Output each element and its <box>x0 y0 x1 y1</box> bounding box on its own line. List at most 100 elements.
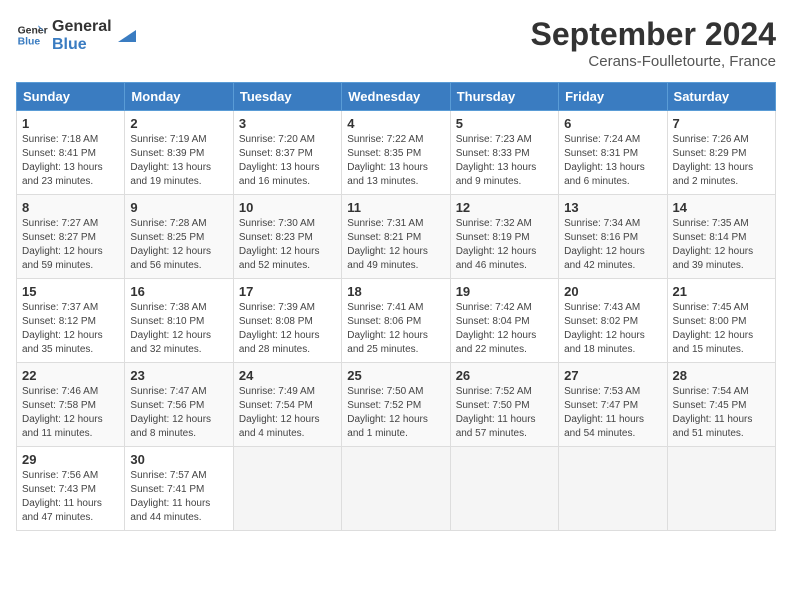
day-number: 20 <box>564 284 661 299</box>
day-info: Sunrise: 7:27 AM Sunset: 8:27 PM Dayligh… <box>22 217 119 273</box>
day-info: Sunrise: 7:32 AM Sunset: 8:19 PM Dayligh… <box>456 217 553 273</box>
calendar-day-cell: 29 Sunrise: 7:56 AM Sunset: 7:43 PM Dayli… <box>17 447 125 531</box>
day-number: 7 <box>673 116 770 131</box>
day-number: 5 <box>456 116 553 131</box>
calendar-day-cell: 3 Sunrise: 7:20 AM Sunset: 8:37 PM Daylig… <box>233 111 341 195</box>
calendar-day-cell: 25 Sunrise: 7:50 AM Sunset: 7:52 PM Dayli… <box>342 363 450 447</box>
day-info: Sunrise: 7:37 AM Sunset: 8:12 PM Dayligh… <box>22 301 119 357</box>
day-info: Sunrise: 7:24 AM Sunset: 8:31 PM Dayligh… <box>564 133 661 189</box>
day-number: 16 <box>130 284 227 299</box>
weekday-header-wednesday: Wednesday <box>342 83 450 111</box>
day-info: Sunrise: 7:31 AM Sunset: 8:21 PM Dayligh… <box>347 217 444 273</box>
weekday-header-tuesday: Tuesday <box>233 83 341 111</box>
day-number: 21 <box>673 284 770 299</box>
calendar-empty-cell <box>667 447 775 531</box>
calendar-empty-cell <box>559 447 667 531</box>
day-info: Sunrise: 7:26 AM Sunset: 8:29 PM Dayligh… <box>673 133 770 189</box>
logo-text-general: General <box>52 18 112 36</box>
svg-text:Blue: Blue <box>18 37 41 48</box>
calendar-table: SundayMondayTuesdayWednesdayThursdayFrid… <box>16 82 776 531</box>
calendar-day-cell: 10 Sunrise: 7:30 AM Sunset: 8:23 PM Dayli… <box>233 195 341 279</box>
day-number: 15 <box>22 284 119 299</box>
day-info: Sunrise: 7:19 AM Sunset: 8:39 PM Dayligh… <box>130 133 227 189</box>
day-info: Sunrise: 7:30 AM Sunset: 8:23 PM Dayligh… <box>239 217 336 273</box>
day-info: Sunrise: 7:43 AM Sunset: 8:02 PM Dayligh… <box>564 301 661 357</box>
day-number: 12 <box>456 200 553 215</box>
day-number: 19 <box>456 284 553 299</box>
weekday-header-saturday: Saturday <box>667 83 775 111</box>
weekday-header-thursday: Thursday <box>450 83 558 111</box>
calendar-day-cell: 24Sunrise: 7:49 AM Sunset: 7:54 PM Dayli… <box>233 363 341 447</box>
month-title: September 2024 <box>531 16 776 53</box>
day-number: 25 <box>347 368 444 383</box>
day-info: Sunrise: 7:38 AM Sunset: 8:10 PM Dayligh… <box>130 301 227 357</box>
page-header: General Blue General Blue September 2024… <box>16 16 776 70</box>
day-number: 10 <box>239 200 336 215</box>
logo-icon: General Blue <box>16 19 48 51</box>
weekday-header-friday: Friday <box>559 83 667 111</box>
calendar-day-cell: 15 Sunrise: 7:37 AM Sunset: 8:12 PM Dayli… <box>17 279 125 363</box>
day-number: 9 <box>130 200 227 215</box>
day-number: 23 <box>130 368 227 383</box>
day-info: Sunrise: 7:34 AM Sunset: 8:16 PM Dayligh… <box>564 217 661 273</box>
calendar-day-cell: 23 Sunrise: 7:47 AM Sunset: 7:56 PM Dayli… <box>125 363 233 447</box>
calendar-day-cell: 8 Sunrise: 7:27 AM Sunset: 8:27 PM Daylig… <box>17 195 125 279</box>
calendar-day-cell: 21Sunrise: 7:45 AM Sunset: 8:00 PM Dayli… <box>667 279 775 363</box>
calendar-day-cell: 17Sunrise: 7:39 AM Sunset: 8:08 PM Dayli… <box>233 279 341 363</box>
day-number: 14 <box>673 200 770 215</box>
weekday-header-monday: Monday <box>125 83 233 111</box>
calendar-day-cell: 2 Sunrise: 7:19 AM Sunset: 8:39 PM Daylig… <box>125 111 233 195</box>
day-number: 1 <box>22 116 119 131</box>
day-number: 11 <box>347 200 444 215</box>
calendar-week-row: 29 Sunrise: 7:56 AM Sunset: 7:43 PM Dayli… <box>17 447 776 531</box>
calendar-day-cell: 1Sunrise: 7:18 AM Sunset: 8:41 PM Daylig… <box>17 111 125 195</box>
day-number: 2 <box>130 116 227 131</box>
calendar-day-cell: 6 Sunrise: 7:24 AM Sunset: 8:31 PM Daylig… <box>559 111 667 195</box>
day-number: 6 <box>564 116 661 131</box>
day-info: Sunrise: 7:49 AM Sunset: 7:54 PM Dayligh… <box>239 385 336 441</box>
day-info: Sunrise: 7:20 AM Sunset: 8:37 PM Dayligh… <box>239 133 336 189</box>
calendar-day-cell: 28Sunrise: 7:54 AM Sunset: 7:45 PM Dayli… <box>667 363 775 447</box>
day-info: Sunrise: 7:56 AM Sunset: 7:43 PM Dayligh… <box>22 469 119 525</box>
calendar-empty-cell <box>450 447 558 531</box>
day-number: 3 <box>239 116 336 131</box>
calendar-day-cell: 12 Sunrise: 7:32 AM Sunset: 8:19 PM Dayli… <box>450 195 558 279</box>
day-info: Sunrise: 7:35 AM Sunset: 8:14 PM Dayligh… <box>673 217 770 273</box>
weekday-header-sunday: Sunday <box>17 83 125 111</box>
calendar-day-cell: 16 Sunrise: 7:38 AM Sunset: 8:10 PM Dayli… <box>125 279 233 363</box>
day-info: Sunrise: 7:52 AM Sunset: 7:50 PM Dayligh… <box>456 385 553 441</box>
day-info: Sunrise: 7:47 AM Sunset: 7:56 PM Dayligh… <box>130 385 227 441</box>
day-info: Sunrise: 7:50 AM Sunset: 7:52 PM Dayligh… <box>347 385 444 441</box>
calendar-day-cell: 5 Sunrise: 7:23 AM Sunset: 8:33 PM Daylig… <box>450 111 558 195</box>
calendar-day-cell: 9 Sunrise: 7:28 AM Sunset: 8:25 PM Daylig… <box>125 195 233 279</box>
day-number: 18 <box>347 284 444 299</box>
calendar-day-cell: 18Sunrise: 7:41 AM Sunset: 8:06 PM Dayli… <box>342 279 450 363</box>
day-info: Sunrise: 7:54 AM Sunset: 7:45 PM Dayligh… <box>673 385 770 441</box>
calendar-day-cell: 4 Sunrise: 7:22 AM Sunset: 8:35 PM Daylig… <box>342 111 450 195</box>
day-number: 27 <box>564 368 661 383</box>
calendar-week-row: 15 Sunrise: 7:37 AM Sunset: 8:12 PM Dayli… <box>17 279 776 363</box>
logo-text-blue: Blue <box>52 36 112 54</box>
calendar-day-cell: 11 Sunrise: 7:31 AM Sunset: 8:21 PM Dayli… <box>342 195 450 279</box>
calendar-day-cell: 30 Sunrise: 7:57 AM Sunset: 7:41 PM Dayli… <box>125 447 233 531</box>
day-info: Sunrise: 7:57 AM Sunset: 7:41 PM Dayligh… <box>130 469 227 525</box>
calendar-day-cell: 22Sunrise: 7:46 AM Sunset: 7:58 PM Dayli… <box>17 363 125 447</box>
day-number: 30 <box>130 452 227 467</box>
day-info: Sunrise: 7:28 AM Sunset: 8:25 PM Dayligh… <box>130 217 227 273</box>
day-info: Sunrise: 7:22 AM Sunset: 8:35 PM Dayligh… <box>347 133 444 189</box>
calendar-day-cell: 26Sunrise: 7:52 AM Sunset: 7:50 PM Dayli… <box>450 363 558 447</box>
calendar-day-cell: 14 Sunrise: 7:35 AM Sunset: 8:14 PM Dayli… <box>667 195 775 279</box>
calendar-day-cell: 20 Sunrise: 7:43 AM Sunset: 8:02 PM Dayli… <box>559 279 667 363</box>
day-number: 29 <box>22 452 119 467</box>
day-info: Sunrise: 7:23 AM Sunset: 8:33 PM Dayligh… <box>456 133 553 189</box>
day-info: Sunrise: 7:39 AM Sunset: 8:08 PM Dayligh… <box>239 301 336 357</box>
day-number: 8 <box>22 200 119 215</box>
weekday-header-row: SundayMondayTuesdayWednesdayThursdayFrid… <box>17 83 776 111</box>
day-number: 13 <box>564 200 661 215</box>
calendar-week-row: 22Sunrise: 7:46 AM Sunset: 7:58 PM Dayli… <box>17 363 776 447</box>
day-number: 22 <box>22 368 119 383</box>
day-number: 4 <box>347 116 444 131</box>
calendar-empty-cell <box>233 447 341 531</box>
calendar-day-cell: 19Sunrise: 7:42 AM Sunset: 8:04 PM Dayli… <box>450 279 558 363</box>
calendar-week-row: 8 Sunrise: 7:27 AM Sunset: 8:27 PM Daylig… <box>17 195 776 279</box>
